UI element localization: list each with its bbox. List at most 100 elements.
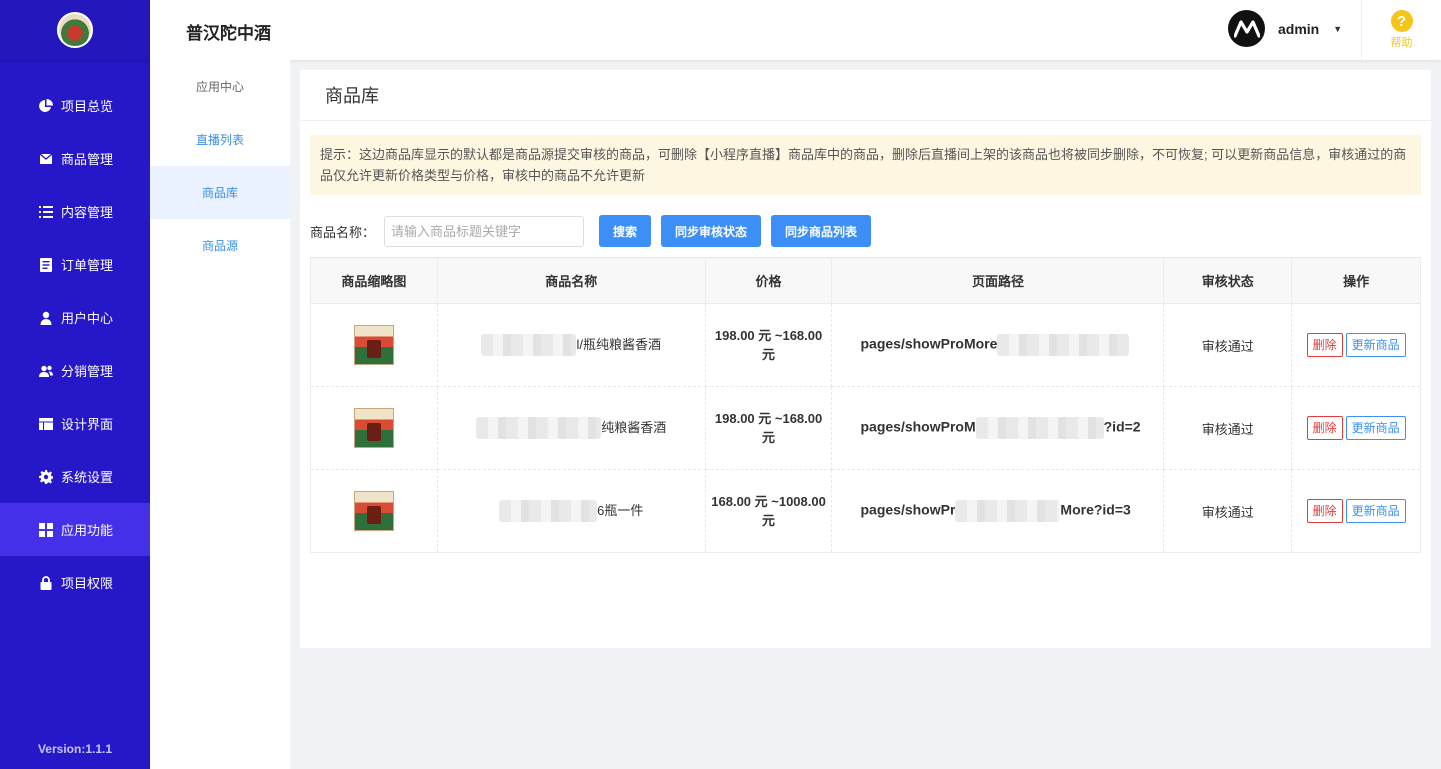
subnav-item-product-source[interactable]: 商品源 [150, 219, 290, 272]
column-header: 商品名称 [436, 257, 706, 304]
subnav-item-app-center[interactable]: 应用中心 [150, 60, 290, 113]
page-path: pages/showProM [860, 418, 976, 435]
column-header: 商品缩略图 [310, 257, 438, 304]
page-path: pages/showPr [860, 501, 956, 518]
price-range: 168.00 元 ~1008.00 [711, 494, 826, 509]
search-button[interactable]: 搜索 [599, 215, 651, 247]
sidebar-item-design[interactable]: 设计界面 [0, 397, 150, 450]
sidebar-item-label: 用户中心 [61, 311, 114, 326]
price-cell: 198.00 元 ~168.00 元 [704, 386, 833, 470]
product-name-cell: l/瓶纯粮酱香酒 [436, 303, 706, 387]
delete-button[interactable]: 删除 [1306, 416, 1343, 440]
redacted-text [476, 417, 602, 440]
update-product-button[interactable]: 更新商品 [1345, 416, 1406, 440]
app-title: 普汉陀中酒 [186, 24, 271, 43]
table-row: l/瓶纯粮酱香酒 198.00 元 ~168.00 元 pages/showPro… [310, 303, 1421, 387]
product-thumbnail [353, 325, 394, 365]
product-table: 商品缩略图 商品名称 价格 页面路径 审核状态 操作 l/瓶纯粮酱香酒 198.… [310, 257, 1421, 553]
sidebar-item-products[interactable]: 商品管理 [0, 132, 150, 185]
tip-banner: 提示：这边商品库显示的默认都是商品源提交审核的商品，可删除【小程序直播】商品库中… [310, 135, 1421, 195]
actions-cell: 删除 更新商品 [1291, 386, 1421, 470]
sidebar-item-users[interactable]: 用户中心 [0, 291, 150, 344]
sidebar-item-app-functions[interactable]: 应用功能 [0, 503, 150, 556]
product-thumbnail [353, 408, 394, 448]
delete-button[interactable]: 删除 [1306, 499, 1343, 523]
sidebar-item-label: 项目总览 [61, 99, 114, 114]
product-name-cell: 纯粮酱香酒 [436, 386, 706, 470]
search-label: 商品名称： [310, 224, 376, 240]
sidebar-item-label: 商品管理 [61, 152, 114, 167]
delete-button[interactable]: 删除 [1306, 333, 1343, 357]
subnav-item-product-library[interactable]: 商品库 [150, 166, 290, 219]
document-icon [39, 257, 53, 272]
price-range: 198.00 元 ~168.00 [714, 411, 823, 426]
price-unit: 元 [762, 513, 776, 528]
avatar [1228, 10, 1265, 47]
main-panel: 商品库 提示：这边商品库显示的默认都是商品源提交审核的商品，可删除【小程序直播】… [300, 70, 1431, 648]
sub-nav: 应用中心 直播列表 商品库 商品源 [150, 60, 290, 769]
sidebar-item-permissions[interactable]: 项目权限 [0, 556, 150, 609]
price-unit: 元 [762, 430, 776, 445]
sidebar-item-label: 订单管理 [61, 258, 114, 273]
logo-image [57, 12, 93, 48]
thumbnail-cell [310, 386, 438, 470]
search-input[interactable] [384, 215, 584, 247]
column-header: 价格 [704, 257, 833, 304]
sidebar-item-distribution[interactable]: 分销管理 [0, 344, 150, 397]
product-name-cell: 6瓶一件 [436, 469, 706, 553]
sidebar-item-label: 分销管理 [61, 364, 114, 379]
pie-chart-icon [39, 98, 53, 113]
users-icon [39, 364, 53, 378]
table-header-row: 商品缩略图 商品名称 价格 页面路径 审核状态 操作 [310, 257, 1421, 304]
redacted-text [481, 334, 577, 357]
redacted-text [955, 500, 1061, 522]
sync-list-button[interactable]: 同步商品列表 [771, 215, 871, 247]
list-icon [39, 205, 53, 219]
sidebar-item-label: 系统设置 [61, 470, 114, 485]
thumbnail-cell [310, 469, 438, 553]
user-menu[interactable]: admin ▼ [1228, 10, 1342, 47]
sidebar-item-label: 设计界面 [61, 417, 114, 432]
redacted-text [499, 500, 598, 523]
product-name: 6瓶一件 [597, 502, 644, 518]
page-title: 商品库 [300, 70, 1431, 121]
price-unit: 元 [762, 347, 776, 362]
page-path-suffix: More?id=3 [1060, 501, 1131, 518]
sidebar-item-overview[interactable]: 项目总览 [0, 79, 150, 132]
sidebar-item-content[interactable]: 内容管理 [0, 185, 150, 238]
help-label: 帮助 [1390, 37, 1413, 49]
lock-icon [39, 575, 53, 590]
review-status: 审核通过 [1163, 303, 1293, 387]
subnav-item-live-list[interactable]: 直播列表 [150, 113, 290, 166]
envelope-icon [39, 152, 53, 166]
table-row: 纯粮酱香酒 198.00 元 ~168.00 元 pages/showProM ?i… [310, 386, 1421, 470]
left-sidebar: 项目总览 商品管理 内容管理 订单管理 用户中心 分销管理 设计界面 系统设置 [0, 0, 150, 769]
actions-cell: 删除 更新商品 [1291, 303, 1421, 387]
sidebar-nav: 项目总览 商品管理 内容管理 订单管理 用户中心 分销管理 设计界面 系统设置 [0, 79, 150, 609]
update-product-button[interactable]: 更新商品 [1345, 333, 1406, 357]
username: admin [1278, 20, 1320, 37]
product-name: l/瓶纯粮酱香酒 [576, 336, 661, 352]
sidebar-item-label: 内容管理 [61, 205, 114, 220]
sidebar-item-settings[interactable]: 系统设置 [0, 450, 150, 503]
help-button[interactable]: ? 帮助 [1361, 0, 1441, 60]
sync-status-button[interactable]: 同步审核状态 [661, 215, 761, 247]
price-cell: 168.00 元 ~1008.00 元 [704, 469, 833, 553]
column-header: 操作 [1291, 257, 1421, 304]
logo[interactable] [0, 0, 150, 60]
grid-icon [39, 522, 53, 537]
page-path-cell: pages/showPr More?id=3 [831, 469, 1165, 553]
product-name: 纯粮酱香酒 [601, 419, 667, 435]
review-status: 审核通过 [1163, 386, 1293, 470]
table-row: 6瓶一件 168.00 元 ~1008.00 元 pages/showPr More… [310, 469, 1421, 553]
sidebar-item-orders[interactable]: 订单管理 [0, 238, 150, 291]
sidebar-item-label: 应用功能 [61, 523, 114, 538]
sidebar-item-label: 项目权限 [61, 576, 114, 591]
redacted-text [975, 417, 1104, 439]
page-path-cell: pages/showProM ?id=2 [831, 386, 1165, 470]
price-range: 198.00 元 ~168.00 [714, 328, 823, 343]
search-bar: 商品名称： 搜索 同步审核状态 同步商品列表 [310, 215, 871, 247]
price-cell: 198.00 元 ~168.00 元 [704, 303, 833, 387]
update-product-button[interactable]: 更新商品 [1345, 499, 1406, 523]
review-status: 审核通过 [1163, 469, 1293, 553]
